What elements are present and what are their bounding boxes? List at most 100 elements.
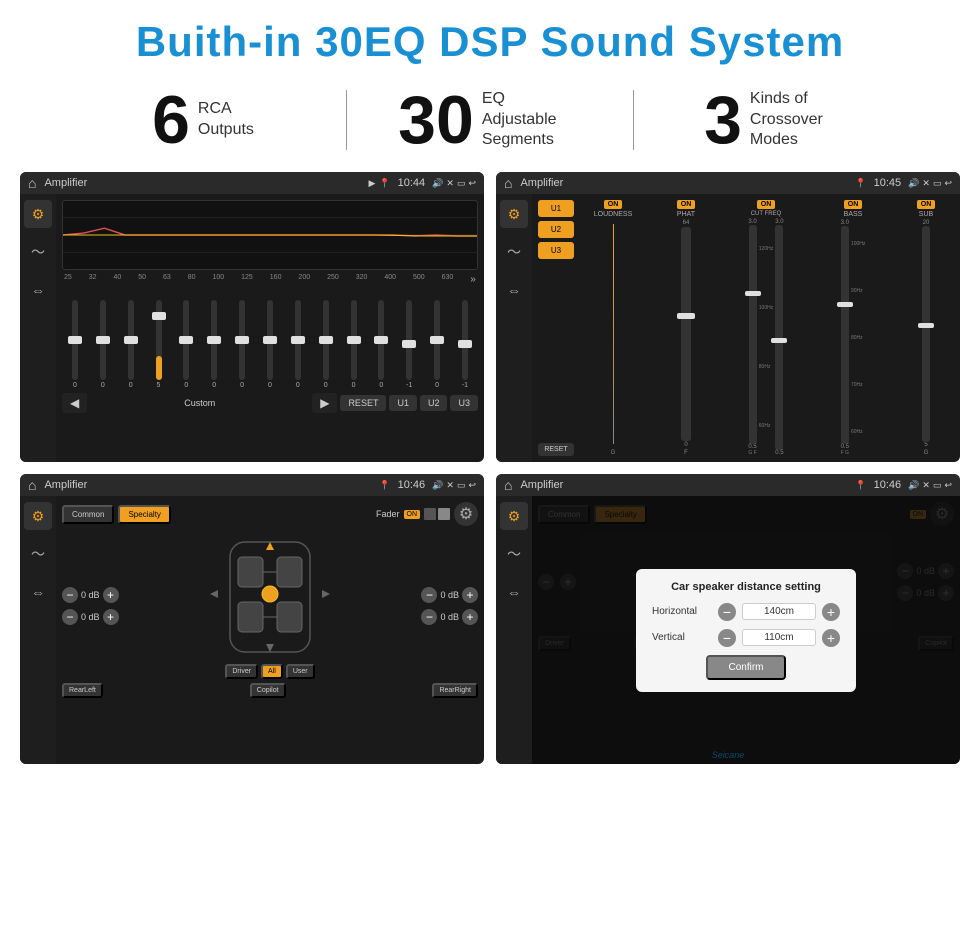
- eq-main-content: 2532 4050 6380 100125 160200 250320 4005…: [56, 194, 484, 462]
- back-icon-2: ↩: [944, 178, 952, 189]
- back-icon-4: ↩: [944, 480, 952, 491]
- stats-row: 6 RCAOutputs 30 EQ AdjustableSegments 3 …: [0, 76, 980, 172]
- stat-number-rca: 6: [152, 86, 190, 154]
- eq-u3-button[interactable]: U3: [450, 395, 478, 411]
- eq-preset-label: Custom: [90, 398, 309, 408]
- db-control-br: − 0 dB +: [421, 609, 478, 625]
- sidebar-wave-icon-2[interactable]: 〜: [500, 238, 528, 266]
- bass-on[interactable]: ON: [844, 200, 863, 209]
- eq-u1-button[interactable]: U1: [389, 395, 417, 411]
- driver-btn[interactable]: Driver: [225, 664, 258, 679]
- home-icon-3[interactable]: ⌂: [28, 477, 36, 493]
- preset-u3[interactable]: U3: [538, 242, 574, 259]
- rearleft-btn[interactable]: RearLeft: [62, 683, 103, 698]
- minus-btn-tr[interactable]: −: [421, 587, 437, 603]
- fader-slider-2[interactable]: [438, 508, 450, 520]
- right-controls: − 0 dB + − 0 dB +: [421, 587, 478, 625]
- fader-slider-1[interactable]: [424, 508, 436, 520]
- loudness-col: ON LOUDNESS G: [578, 200, 648, 456]
- speaker-icon-2: 🔊: [908, 178, 919, 189]
- crossover-main: U1 U2 U3 RESET ON LOUDNESS G: [532, 194, 960, 462]
- screen-body-3: ⚙ 〜 ⇔ Common Specialty Fader ON ⚙: [20, 496, 484, 764]
- db-val-tl: 0 dB: [81, 590, 100, 600]
- phat-on[interactable]: ON: [677, 200, 696, 209]
- screen-speaker-dialog: ⌂ Amplifier 📍 10:46 🔊 ✕ ▭ ↩ ⚙ 〜 ⇔ Common: [496, 474, 960, 764]
- sidebar-eq-icon-3[interactable]: ⚙: [24, 502, 52, 530]
- plus-btn-br[interactable]: +: [462, 609, 478, 625]
- sidebar-balance-icon[interactable]: ⇔: [24, 276, 52, 304]
- main-title: Buith-in 30EQ DSP Sound System: [0, 0, 980, 76]
- cutfreq-label: CUT FREQ: [751, 211, 782, 217]
- vertical-plus-btn[interactable]: +: [822, 629, 840, 647]
- fader-on-badge: ON: [404, 510, 421, 519]
- user-btn[interactable]: User: [286, 664, 315, 679]
- speaker-diagram-svg: [200, 532, 340, 662]
- minus-btn-tl[interactable]: −: [62, 587, 78, 603]
- amp-reset-btn[interactable]: RESET: [538, 443, 574, 456]
- tab-common[interactable]: Common: [62, 505, 114, 524]
- home-icon-2[interactable]: ⌂: [504, 175, 512, 191]
- status-bar-2: ⌂ Amplifier 📍 10:45 🔊 ✕ ▭ ↩: [496, 172, 960, 194]
- plus-btn-bl[interactable]: +: [103, 609, 119, 625]
- speaker-main: Common Specialty Fader ON ⚙: [56, 496, 484, 764]
- sidebar-balance-icon-3[interactable]: ⇔: [24, 578, 52, 606]
- loudness-slider: [613, 224, 614, 444]
- phat-col: ON PHAT 64 0 F: [651, 200, 721, 456]
- status-icons-1: 📍 10:44 🔊 ✕ ▭ ↩: [379, 177, 476, 189]
- sidebar-eq-icon[interactable]: ⚙: [24, 200, 52, 228]
- loudness-on[interactable]: ON: [604, 200, 623, 209]
- confirm-button[interactable]: Confirm: [706, 655, 785, 680]
- stat-label-crossover: Kinds ofCrossover Modes: [750, 89, 850, 151]
- sidebar-eq-icon-2[interactable]: ⚙: [500, 200, 528, 228]
- position-buttons: Driver All User: [225, 664, 314, 679]
- screens-grid: ⌂ Amplifier ▶ 📍 10:44 🔊 ✕ ▭ ↩ ⚙ 〜 ⇔: [0, 172, 980, 774]
- minus-btn-bl[interactable]: −: [62, 609, 78, 625]
- screen-speaker: ⌂ Amplifier 📍 10:46 🔊 ✕ ▭ ↩ ⚙ 〜 ⇔ Common: [20, 474, 484, 764]
- sidebar-eq-icon-4[interactable]: ⚙: [500, 502, 528, 530]
- cutfreq-col: ON CUT FREQ 3.0 0.5 G F: [724, 200, 808, 456]
- nav-icons-1: ▶: [369, 178, 376, 189]
- sidebar-wave-icon-3[interactable]: 〜: [24, 540, 52, 568]
- minimize-icon-4: ▭: [933, 480, 942, 491]
- minimize-icon-2: ▭: [933, 178, 942, 189]
- sidebar-balance-icon-4[interactable]: ⇔: [500, 578, 528, 606]
- status-bar-4: ⌂ Amplifier 📍 10:46 🔊 ✕ ▭ ↩: [496, 474, 960, 496]
- time-1: 10:44: [398, 177, 426, 189]
- sidebar-wave-icon[interactable]: 〜: [24, 238, 52, 266]
- home-icon-1[interactable]: ⌂: [28, 175, 36, 191]
- preset-u2[interactable]: U2: [538, 221, 574, 238]
- time-2: 10:45: [874, 177, 902, 189]
- sub-on[interactable]: ON: [917, 200, 936, 209]
- rearright-btn[interactable]: RearRight: [432, 683, 478, 698]
- app-label-1: Amplifier: [44, 177, 364, 189]
- plus-btn-tr[interactable]: +: [462, 587, 478, 603]
- plus-btn-tl[interactable]: +: [103, 587, 119, 603]
- settings-icon[interactable]: ⚙: [454, 502, 478, 526]
- horizontal-plus-btn[interactable]: +: [822, 603, 840, 621]
- location-icon-1: 📍: [379, 178, 390, 189]
- fader-label: Fader: [376, 509, 400, 519]
- eq-u2-button[interactable]: U2: [420, 395, 448, 411]
- eq-sliders: 0 0 0: [62, 289, 478, 389]
- screen-eq: ⌂ Amplifier ▶ 📍 10:44 🔊 ✕ ▭ ↩ ⚙ 〜 ⇔: [20, 172, 484, 462]
- location-icon-3: 📍: [379, 480, 390, 491]
- db-val-br: 0 dB: [440, 612, 459, 622]
- vertical-minus-btn[interactable]: −: [718, 629, 736, 647]
- eq-next-button[interactable]: ▶: [312, 393, 337, 413]
- sidebar-wave-icon-4[interactable]: 〜: [500, 540, 528, 568]
- eq-curve-svg: [63, 201, 477, 269]
- tab-specialty[interactable]: Specialty: [118, 505, 170, 524]
- horizontal-label: Horizontal: [652, 606, 712, 617]
- eq-prev-button[interactable]: ◀: [62, 393, 87, 413]
- home-icon-4[interactable]: ⌂: [504, 477, 512, 493]
- cutfreq-on[interactable]: ON: [757, 200, 776, 209]
- minus-btn-br[interactable]: −: [421, 609, 437, 625]
- horizontal-minus-btn[interactable]: −: [718, 603, 736, 621]
- eq-freq-labels: 2532 4050 6380 100125 160200 250320 4005…: [62, 274, 478, 285]
- preset-u1[interactable]: U1: [538, 200, 574, 217]
- eq-reset-button[interactable]: RESET: [340, 395, 386, 411]
- sidebar-balance-icon-2[interactable]: ⇔: [500, 276, 528, 304]
- copilot-btn[interactable]: Copilot: [250, 683, 286, 698]
- amp-presets: U1 U2 U3 RESET: [538, 200, 574, 456]
- all-btn[interactable]: All: [261, 664, 283, 679]
